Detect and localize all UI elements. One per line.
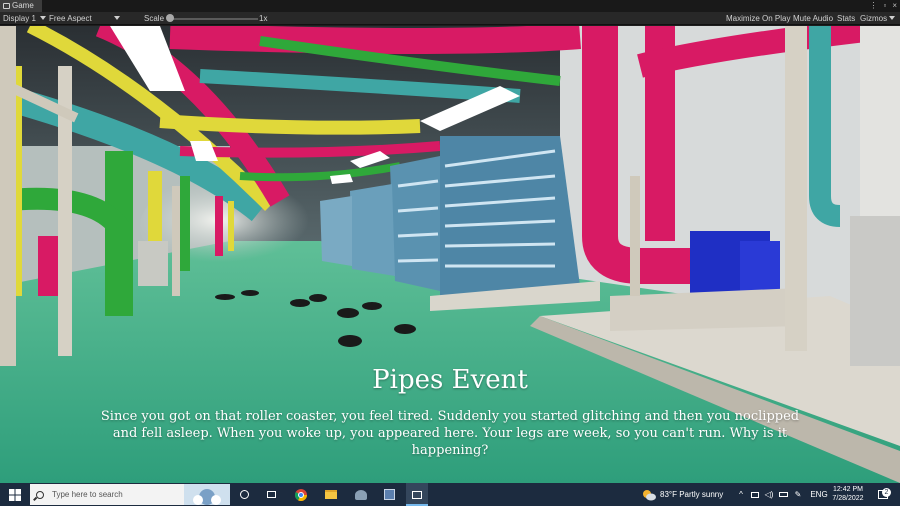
scale-value: 1x [259, 14, 268, 23]
machine-block [350, 184, 395, 276]
gizmos-dropdown[interactable]: Gizmos [860, 12, 896, 25]
maximize-icon[interactable]: ▫ [883, 0, 886, 12]
volume-icon[interactable]: ◁) [763, 483, 775, 506]
aspect-dropdown-label: Free Aspect [49, 14, 92, 23]
game-viewport[interactable]: Pipes Event Since you got on that roller… [0, 26, 900, 483]
machine-block [440, 136, 580, 301]
event-title: Pipes Event [372, 365, 528, 395]
start-button[interactable] [0, 483, 30, 506]
network-icon[interactable] [749, 483, 761, 506]
clock-time: 12:42 PM [833, 486, 863, 493]
pipe-magenta-ceiling [169, 26, 581, 54]
wood-post [785, 26, 807, 351]
pipe-yellow-far [228, 201, 234, 251]
wood-post [630, 176, 640, 296]
maximize-on-play-toggle[interactable]: Maximize On Play [726, 12, 790, 25]
wood-post [172, 186, 180, 296]
chevron-down-icon [39, 16, 46, 20]
close-icon[interactable]: × [892, 0, 897, 12]
window-controls: ⋮ ▫ × [869, 0, 897, 12]
pipe-green-mid [180, 176, 190, 271]
mute-audio-toggle[interactable]: Mute Audio [793, 12, 833, 25]
stacked-tires [850, 216, 900, 366]
display-dropdown[interactable]: Display 1 [3, 12, 46, 25]
search-icon [36, 490, 44, 499]
clock-date: 7/28/2022 [832, 495, 864, 502]
chrome-icon[interactable] [290, 483, 312, 506]
stats-toggle[interactable]: Stats [837, 12, 855, 25]
tab-game[interactable]: Game [0, 0, 42, 12]
game-view-icon [3, 3, 10, 9]
blue-pump-cap [740, 241, 780, 291]
editor-tab-bar: Game ⋮ ▫ × [0, 0, 900, 12]
pen-icon[interactable]: ✎ [792, 483, 804, 506]
weather-widget[interactable]: 83°F Partly sunny [642, 483, 742, 506]
gizmos-label: Gizmos [860, 14, 888, 23]
event-description: Since you got on that roller coaster, yo… [100, 409, 800, 458]
scale-slider-track[interactable] [170, 18, 258, 20]
machine-block [390, 156, 440, 291]
search-highlight-icon [184, 484, 230, 505]
chevron-down-icon [889, 16, 896, 20]
unity-icon[interactable] [406, 483, 428, 506]
windows-logo-icon [9, 488, 21, 501]
notification-count: 2 [882, 488, 891, 497]
weather-text: 83°F Partly sunny [660, 490, 724, 499]
pipe-yellow-ceiling [159, 114, 421, 135]
taskbar-search-box[interactable]: Type here to search [30, 484, 230, 505]
windows-taskbar: Type here to search 83°F Partly sunny ^ … [0, 483, 900, 506]
widgets-icon[interactable] [260, 483, 282, 506]
notification-center-icon[interactable]: 2 [874, 483, 892, 506]
taskbar-clock[interactable]: 12:42 PM 7/28/2022 [825, 485, 871, 503]
task-view-icon[interactable] [233, 483, 255, 506]
pipe-magenta-far [215, 196, 223, 256]
battery-icon[interactable] [777, 483, 789, 506]
chevron-down-icon [113, 16, 120, 20]
search-placeholder: Type here to search [52, 490, 123, 499]
file-explorer-icon[interactable] [320, 483, 342, 506]
tab-game-label: Game [12, 1, 34, 10]
machine-block [320, 196, 352, 266]
scale-label: Scale [144, 14, 165, 23]
chevron-up-icon[interactable]: ^ [735, 483, 747, 506]
crate [138, 241, 168, 286]
wood-post [0, 26, 16, 366]
partly-sunny-icon [643, 489, 656, 500]
game-view-toolbar: Display 1 Free Aspect Scale 1x Maximize … [0, 12, 900, 25]
photos-icon[interactable] [350, 483, 372, 506]
scale-slider-handle[interactable] [166, 14, 174, 22]
display-dropdown-label: Display 1 [3, 14, 36, 23]
aspect-dropdown[interactable]: Free Aspect [49, 12, 120, 25]
app-icon[interactable] [378, 483, 400, 506]
more-options-icon[interactable]: ⋮ [869, 0, 877, 12]
